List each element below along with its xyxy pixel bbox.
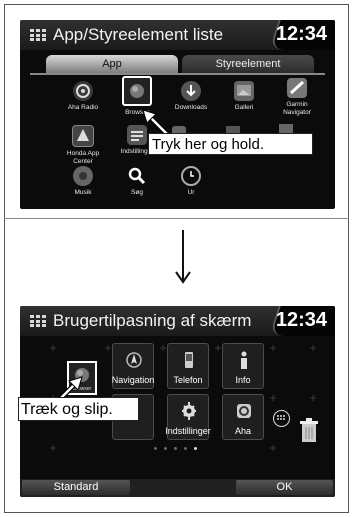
app-galleri[interactable]: Galleri: [221, 81, 267, 112]
tile-info[interactable]: Info: [222, 343, 264, 389]
tile-label: Telefon: [173, 375, 203, 385]
app-label: Søg: [131, 189, 143, 196]
search-icon: [127, 166, 147, 186]
clock: 12:34: [275, 309, 327, 331]
screen-title: Brugertilpasning af skærm: [53, 311, 252, 330]
honda-app-center-icon: [72, 125, 94, 147]
downloads-icon: [181, 81, 201, 101]
tile-label: Aha: [234, 426, 251, 436]
trash-icon[interactable]: [299, 418, 319, 444]
app-aha-radio[interactable]: Aha Radio: [60, 81, 106, 112]
grid-dots-icon: [277, 415, 285, 420]
section-divider: [4, 218, 349, 219]
aha-icon: [237, 404, 251, 418]
tab-bar: App Styreelement: [46, 55, 314, 73]
app-label: Musik: [74, 189, 92, 196]
down-arrow-icon: [175, 230, 191, 284]
tile-navigation[interactable]: Navigation: [112, 343, 154, 389]
gear-icon: [182, 402, 196, 420]
app-musik[interactable]: Musik: [60, 166, 106, 197]
tab-underline: [30, 73, 325, 75]
app-garmin[interactable]: Garmin Navigator: [274, 78, 320, 117]
drag-instruction-callout: Træk og slip.: [18, 397, 139, 421]
app-honda-center[interactable]: Honda App Center: [60, 125, 106, 166]
menu-grid-icon[interactable]: [30, 29, 46, 41]
app-label: Aha Radio: [67, 104, 99, 111]
garmin-icon: [287, 78, 307, 98]
standard-button[interactable]: Standard: [22, 480, 130, 495]
instruction-callout: Tryk her og hold.: [148, 133, 313, 155]
music-icon: [73, 166, 93, 186]
clock-icon: [181, 166, 201, 186]
tile-label: Info: [235, 375, 251, 385]
tab-styreelement[interactable]: Styreelement: [182, 55, 314, 73]
page-indicator: [154, 437, 204, 455]
header-bar: Brugertilpasning af skærm 12:34: [20, 306, 335, 336]
phone-icon: [185, 352, 193, 368]
bottom-bar: Standard OK: [20, 479, 335, 497]
aha-radio-icon: [73, 81, 93, 101]
tile-telefon[interactable]: Telefon: [167, 343, 209, 389]
navigation-icon: [126, 352, 142, 368]
more-apps-button[interactable]: [273, 410, 290, 427]
browser-icon: [122, 76, 152, 106]
gallery-icon: [234, 81, 254, 101]
tile-aha[interactable]: Aha: [222, 394, 264, 440]
app-label: Honda App Center: [66, 150, 100, 165]
menu-grid-icon[interactable]: [30, 315, 46, 327]
tile-indstillinger[interactable]: Indstillinger: [165, 394, 211, 440]
app-ur[interactable]: Ur: [168, 166, 214, 197]
info-icon: [241, 351, 247, 369]
app-label: Garmin Navigator: [283, 101, 311, 116]
tile-label: Navigation: [111, 375, 155, 385]
app-label: Galleri: [234, 104, 254, 111]
app-label: Ur: [187, 189, 195, 196]
screen-title: App/Styreelement liste: [53, 25, 224, 44]
header-bar: App/Styreelement liste 12:34: [20, 20, 335, 50]
tile-label: Indstillinger: [165, 426, 211, 436]
app-sog[interactable]: Søg: [114, 166, 160, 197]
tab-app[interactable]: App: [46, 55, 178, 73]
clock: 12:34: [275, 23, 327, 45]
ok-button[interactable]: OK: [236, 480, 333, 495]
